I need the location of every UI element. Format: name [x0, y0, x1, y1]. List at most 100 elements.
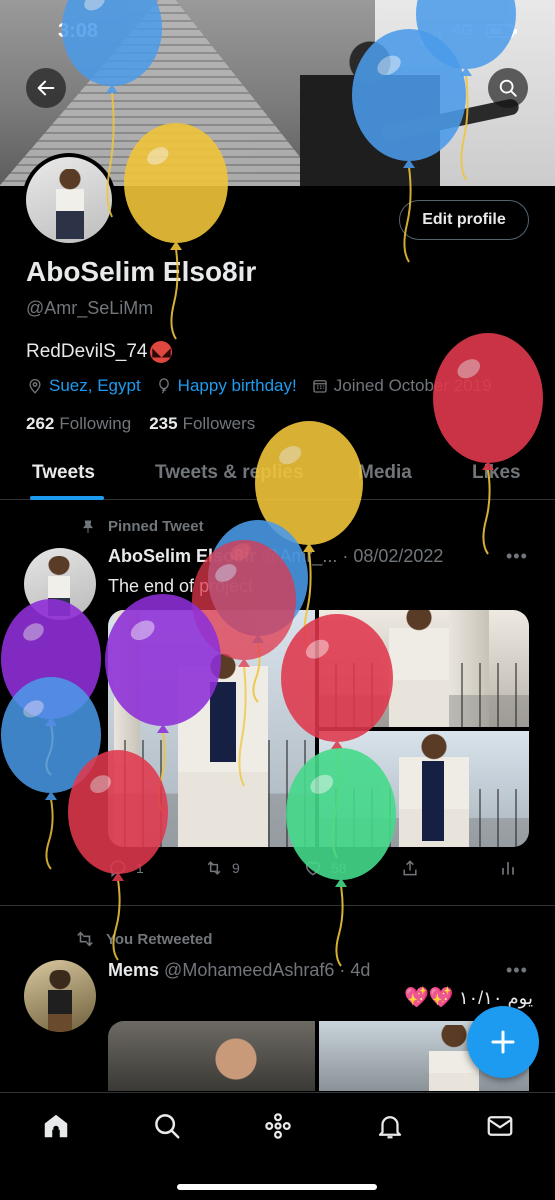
joined-item: Joined October 2019 — [311, 376, 492, 396]
network-type: 4G — [452, 22, 474, 39]
birthday-item: Happy birthday! — [155, 376, 297, 396]
analytics-button[interactable] — [498, 858, 518, 878]
retweet-label: You Retweeted — [106, 930, 213, 948]
retweet-text: يوم ١٠/١٠ 💖💖 — [404, 985, 533, 1010]
sparkling-heart-icon: 💖 — [428, 987, 454, 1009]
banner-person — [300, 30, 440, 186]
tab-tweets-replies[interactable]: Tweets & replies — [155, 462, 304, 484]
avatar-figure — [56, 169, 84, 239]
tweet-avatar[interactable] — [24, 548, 96, 620]
search-button[interactable] — [488, 68, 528, 108]
followers-count: 235 — [149, 414, 178, 433]
following-count: 262 — [26, 414, 55, 433]
purple-balloon — [1, 599, 101, 776]
back-button[interactable] — [26, 68, 66, 108]
following-link[interactable]: 262 Following — [26, 414, 131, 434]
follow-stats: 262 Following 235 Followers — [26, 414, 255, 434]
nav-spaces[interactable] — [263, 1111, 293, 1141]
status-time: 3:08 — [58, 20, 99, 42]
share-button[interactable] — [400, 858, 420, 878]
retweet-avatar[interactable] — [24, 960, 96, 1032]
birthday-link[interactable]: Happy birthday! — [178, 376, 297, 396]
photo-shirt — [422, 761, 444, 841]
retweet-author[interactable]: Mems — [108, 960, 159, 980]
tweet-actions: 1 9 58 — [108, 858, 523, 882]
retweet-handle[interactable]: @MohameedAshraf6 — [164, 960, 334, 980]
like-count: 58 — [331, 860, 347, 876]
active-tab-indicator — [30, 496, 104, 500]
spaces-icon — [265, 1113, 291, 1139]
balloon-icon — [158, 378, 169, 394]
retweet-photo-1[interactable] — [108, 1021, 315, 1091]
blue-balloon — [1, 677, 101, 870]
edit-profile-button[interactable]: Edit profile — [399, 200, 529, 240]
location-item: Suez, Egypt — [26, 376, 141, 396]
reply-count: 1 — [136, 860, 144, 876]
followers-link[interactable]: 235 Followers — [149, 414, 255, 434]
followers-label: Followers — [182, 414, 256, 433]
nav-messages[interactable] — [485, 1111, 515, 1141]
tweet-photo-2[interactable] — [319, 610, 529, 727]
display-name: AboSelim Elso8ir — [26, 256, 257, 287]
nav-notifications[interactable] — [375, 1111, 405, 1141]
share-icon — [403, 860, 417, 876]
tweet-more-button[interactable]: ••• — [506, 546, 528, 567]
retweet-text-body: يوم ١٠/١٠ — [458, 988, 533, 1008]
nav-search[interactable] — [152, 1111, 182, 1141]
photo-shirt — [210, 682, 236, 762]
retweet-avatar-figure — [48, 970, 72, 1032]
search-icon — [499, 79, 517, 97]
profile-meta: Suez, Egypt Happy birthday! Joined Octob… — [26, 376, 492, 396]
tweet-text: The end of project — [108, 576, 254, 596]
bio-text: RedDevilS_74 — [26, 341, 148, 362]
plus-icon — [491, 1030, 515, 1054]
analytics-icon — [502, 862, 514, 875]
pinned-indicator: Pinned Tweet — [80, 518, 204, 535]
compose-tweet-button[interactable] — [467, 1006, 539, 1078]
sparkling-heart-icon: 💖 — [404, 987, 429, 1009]
tweet-photo-3[interactable] — [319, 731, 529, 847]
joined-text: Joined October 2019 — [333, 376, 492, 395]
retweet-button[interactable]: 9 — [204, 858, 240, 878]
location-link[interactable]: Suez, Egypt — [49, 376, 141, 396]
retweet-header: Mems @MohameedAshraf6 · 4d — [108, 960, 370, 981]
mail-icon — [487, 1116, 513, 1136]
reply-icon — [110, 860, 126, 877]
tab-media[interactable]: Media — [358, 462, 412, 484]
profile-handle: @Amr_SeLiMm — [26, 298, 154, 318]
tweet-author[interactable]: AboSelim Elso8ir — [108, 546, 256, 566]
arrow-left-icon — [37, 80, 55, 96]
nav-home[interactable] — [41, 1111, 71, 1141]
tweet-photo-1[interactable] — [108, 610, 315, 847]
photo-person — [206, 1035, 266, 1091]
tweet-header: AboSelim Elso8ir @Amr_... · 08/02/2022 — [108, 546, 503, 567]
retweet-indicator: You Retweeted — [74, 930, 212, 948]
home-icon — [44, 1114, 68, 1138]
following-label: Following — [59, 414, 132, 433]
photo-person — [389, 610, 449, 727]
tweet-divider — [0, 905, 555, 906]
tab-tweets[interactable]: Tweets — [32, 462, 95, 484]
battery-icon — [486, 24, 517, 38]
home-indicator — [177, 1184, 377, 1190]
retweet-count: 9 — [232, 860, 240, 876]
profile-tabs: Tweets Tweets & replies Media Likes — [0, 448, 555, 500]
tweet-date: · 08/02/2022 — [342, 546, 444, 566]
location-pin-icon — [29, 379, 41, 394]
calendar-icon — [313, 380, 327, 393]
tweet-handle[interactable]: @Amr_... — [261, 546, 337, 566]
red-balloon — [433, 333, 543, 555]
reply-button[interactable]: 1 — [108, 858, 144, 878]
signal-icon — [420, 26, 444, 44]
profile-avatar[interactable] — [22, 153, 116, 247]
bell-icon — [378, 1116, 402, 1139]
tab-likes[interactable]: Likes — [472, 462, 521, 484]
like-button[interactable]: 58 — [303, 858, 347, 878]
status-bar: 3:08 4G — [0, 18, 555, 48]
pinned-label: Pinned Tweet — [108, 518, 204, 535]
retweet-icon — [207, 861, 221, 875]
profile-bio: RedDevilS_74 ◣◢ — [26, 341, 173, 363]
search-icon — [155, 1114, 180, 1139]
retweet-more-button[interactable]: ••• — [506, 960, 528, 981]
heart-icon — [306, 861, 320, 876]
